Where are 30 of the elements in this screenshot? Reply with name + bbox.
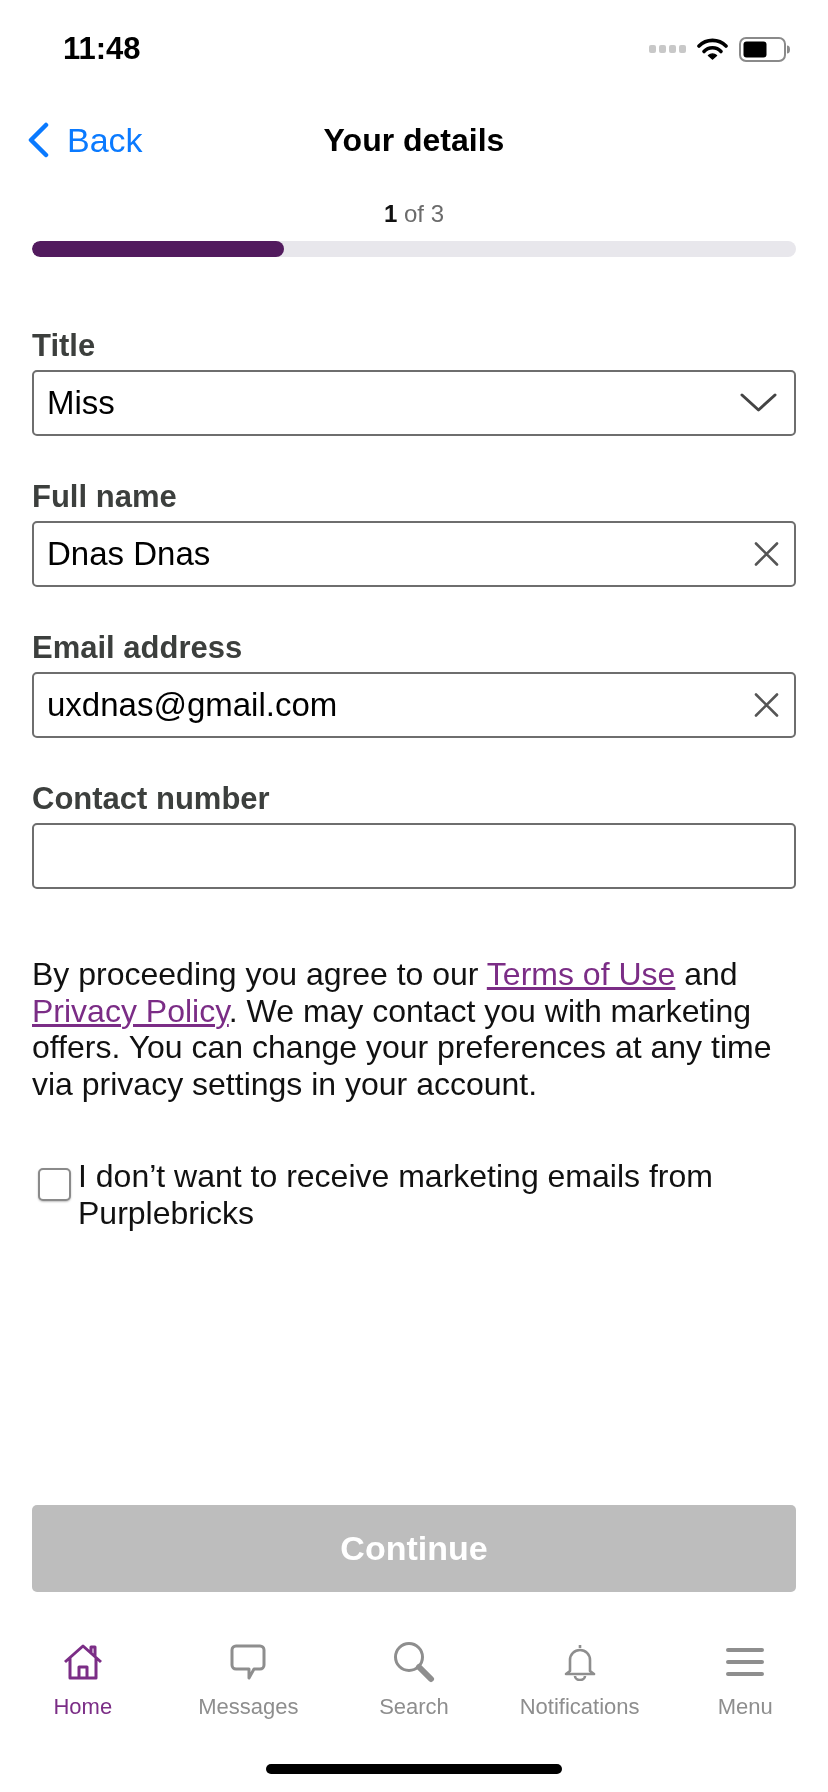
select-field[interactable]: Miss: [32, 370, 796, 436]
wifi-icon: [697, 37, 728, 61]
step-counter: 1 of 3: [383, 200, 445, 228]
battery-icon: [739, 36, 790, 62]
clear-icon[interactable]: [754, 692, 779, 718]
page-title: Your details: [323, 121, 505, 160]
checkbox[interactable]: [38, 1168, 71, 1202]
bell-icon: [563, 1643, 596, 1681]
back-button[interactable]: Back: [28, 120, 143, 160]
tab-bar-item[interactable]: Home: [0, 1640, 166, 1720]
house-icon: [62, 1644, 103, 1680]
status-time: 11:48: [63, 31, 141, 67]
text-field[interactable]: uxdnas@gmail.com: [32, 672, 796, 738]
field-label: Full name: [32, 479, 178, 515]
field-label: Contact number: [32, 781, 271, 817]
back-chevron-icon: [28, 122, 49, 158]
text-field[interactable]: [32, 823, 796, 889]
menu-icon: [726, 1648, 765, 1676]
speech-bubble-icon: [230, 1644, 267, 1680]
field-label: Email address: [32, 630, 244, 666]
field-label: Title: [32, 328, 97, 364]
clear-icon[interactable]: [754, 541, 779, 567]
text-field[interactable]: Dnas Dnas: [32, 521, 796, 587]
consent-text: By proceeding you agree to our Terms of Use and Privacy Policy. We may contact you with marketing offers. You can change your preferences at any time via privacy settings in your account.: [32, 956, 773, 1103]
chevron-down-icon: [740, 393, 777, 413]
signal-dots-icon: [649, 45, 686, 53]
policy-link[interactable]: Terms of Use: [486, 956, 676, 992]
policy-link[interactable]: Privacy Policy: [32, 992, 229, 1029]
search-icon: [393, 1641, 435, 1683]
checkbox-label: I don’t want to receive marketing emails from Purplebricks: [78, 1158, 714, 1233]
